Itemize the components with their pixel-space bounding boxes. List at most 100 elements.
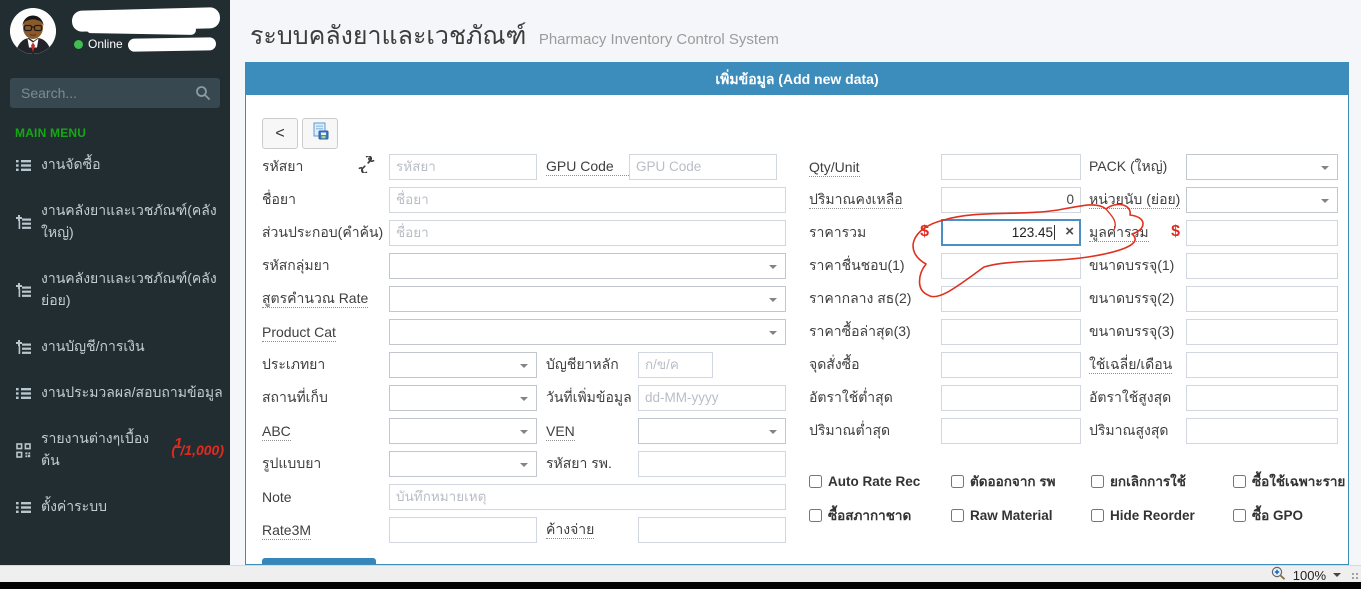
storage-location-select[interactable] <box>389 384 537 411</box>
field-label: ปริมาณคงเหลือ <box>809 190 903 209</box>
qty-unit-input[interactable] <box>941 153 1081 180</box>
sidebar-item-accounting[interactable]: งานบัญชี/การเงิน <box>0 324 230 370</box>
clear-icon[interactable]: × <box>1065 224 1074 240</box>
form-row: ราคากลาง สธ(2) ขนาดบรรจุ(2) <box>809 282 1338 315</box>
checkbox[interactable] <box>951 474 964 488</box>
checkbox-buy-red-cross[interactable]: ซื้อสภากาชาด <box>809 504 951 526</box>
min-usage-rate-input[interactable] <box>941 384 1081 411</box>
form-row: ราคารวม$ × มูลค่ารวม$ <box>809 216 1338 249</box>
hospital-drug-code-input[interactable] <box>638 450 786 477</box>
rate-formula-select[interactable] <box>389 285 786 312</box>
sidebar-item-sub-warehouse[interactable]: งานคลังยาและเวชภัณฑ์(คลังย่อย) <box>0 256 230 324</box>
checkbox-label: ตัดออกจาก รพ <box>970 474 1056 489</box>
field-label: ราคาซื้อล่าสุด(3) <box>809 322 911 339</box>
checkbox[interactable] <box>1233 474 1246 488</box>
drug-type-select[interactable] <box>389 351 537 378</box>
sidebar-item-settings[interactable]: ตั้งค่าระบบ <box>0 484 230 530</box>
field-label: GPU Code <box>546 158 629 176</box>
report-quota-badge: (1/1,000) <box>171 434 224 458</box>
remaining-qty-input[interactable] <box>941 186 1081 213</box>
checkbox-raw-material[interactable]: Raw Material <box>951 504 1091 526</box>
sidebar-item-processing[interactable]: งานประมวลผล/สอบถามข้อมูล <box>0 370 230 416</box>
pack-size1-input[interactable] <box>1186 252 1338 279</box>
product-cat-select[interactable] <box>389 318 786 345</box>
checkbox[interactable] <box>1091 474 1104 488</box>
sidebar-item-procurement[interactable]: งานจัดซื้อ <box>0 142 230 188</box>
avg-use-per-month-input[interactable] <box>1186 351 1338 378</box>
sidebar-item-reports[interactable]: รายงานต่างๆเบื้องต้น (1/1,000) <box>0 416 230 484</box>
checkbox-auto-rate-rec[interactable]: Auto Rate Rec <box>809 470 951 492</box>
checkbox[interactable] <box>1233 508 1246 522</box>
field-label: วันที่เพิ่มข้อมูล <box>546 388 632 405</box>
dollar-icon: $ <box>1171 222 1180 240</box>
abc-select[interactable] <box>389 417 537 444</box>
pending-payment-input[interactable] <box>638 516 786 543</box>
pack-large-select[interactable] <box>1186 153 1338 180</box>
field-label: มูลค่ารวม $ <box>1089 222 1180 242</box>
taskbar-strip <box>0 582 1361 589</box>
composition-input[interactable] <box>389 219 786 246</box>
note-input[interactable] <box>389 483 786 510</box>
checkbox-remove-from-hospital[interactable]: ตัดออกจาก รพ <box>951 470 1091 492</box>
reorder-point-input[interactable] <box>941 351 1081 378</box>
drug-group-select[interactable] <box>389 252 786 279</box>
search-input[interactable] <box>10 78 220 108</box>
checkbox[interactable] <box>809 508 822 522</box>
field-label: รหัสยา <box>262 154 389 178</box>
checkbox[interactable] <box>1091 508 1104 522</box>
ven-select[interactable] <box>638 417 786 444</box>
form-row: ปริมาณต่ำสุด ปริมาณสูงสุด <box>809 414 1338 447</box>
median-price-input[interactable] <box>941 285 1081 312</box>
user-avatar[interactable] <box>10 8 56 54</box>
list-icon <box>15 158 31 173</box>
field-label: ปริมาณสูงสุด <box>1089 421 1169 438</box>
max-usage-rate-input[interactable] <box>1186 384 1338 411</box>
total-value-input[interactable] <box>1186 219 1338 246</box>
unit-small-select[interactable] <box>1186 186 1338 213</box>
checkbox[interactable] <box>951 508 964 522</box>
pack-size3-input[interactable] <box>1186 318 1338 345</box>
pack-size2-input[interactable] <box>1186 285 1338 312</box>
save-submit-button-partial[interactable] <box>262 558 376 564</box>
preferred-price-input[interactable] <box>941 252 1081 279</box>
dosage-form-select[interactable] <box>389 450 537 477</box>
browser-status-bar: 100% <box>0 565 1361 583</box>
rate3m-input[interactable] <box>389 516 537 543</box>
checkbox-hide-reorder[interactable]: Hide Reorder <box>1091 504 1233 526</box>
date-added-input[interactable] <box>638 384 786 411</box>
sidebar-item-label: ตั้งค่าระบบ <box>41 498 107 514</box>
checkbox-buy-per-case[interactable]: ซื้อใช้เฉพาะราย <box>1233 470 1345 492</box>
checkbox-label: Raw Material <box>970 507 1053 523</box>
field-label: ราคากลาง สธ(2) <box>809 289 912 306</box>
field-label: Note <box>262 488 292 505</box>
back-button[interactable]: < <box>262 118 298 149</box>
search-icon[interactable] <box>195 85 211 106</box>
gpu-code-input[interactable] <box>629 153 777 180</box>
form-row: Note <box>262 480 786 513</box>
main-drug-account-input[interactable] <box>638 351 713 378</box>
text-caret <box>1054 225 1055 240</box>
min-qty-input[interactable] <box>941 417 1081 444</box>
checkbox-buy-gpo[interactable]: ซื้อ GPO <box>1233 504 1345 526</box>
drug-code-input[interactable] <box>389 153 537 180</box>
form-row: ABC VEN <box>262 414 786 447</box>
checkbox[interactable] <box>809 474 822 488</box>
max-qty-input[interactable] <box>1186 417 1338 444</box>
broken-link-icon[interactable] <box>358 154 375 176</box>
field-label: รูปแบบยา <box>262 454 322 471</box>
sidebar-item-main-warehouse[interactable]: งานคลังยาและเวชภัณฑ์(คลังใหญ่) <box>0 188 230 256</box>
online-status-label: Online <box>88 37 123 51</box>
checkbox-discontinue-use[interactable]: ยกเลิกการใช้ <box>1091 470 1233 492</box>
tree-icon <box>15 214 31 230</box>
list-icon <box>15 386 31 401</box>
total-price-input[interactable] <box>941 219 1081 246</box>
last-purchase-price-input[interactable] <box>941 318 1081 345</box>
save-button[interactable] <box>302 118 338 149</box>
drug-name-input[interactable] <box>389 186 786 213</box>
menu-header: MAIN MENU <box>15 126 87 140</box>
field-label: ราคาชื่นชอบ(1) <box>809 256 905 273</box>
resize-grip[interactable] <box>1351 572 1359 580</box>
form-row: ปริมาณคงเหลือ หน่วยนับ (ย่อย) <box>809 183 1338 216</box>
sidebar-item-label: งานประมวลผล/สอบถามข้อมูล <box>41 384 223 400</box>
panel-title: เพิ่มข้อมูล (Add new data) <box>246 63 1348 95</box>
